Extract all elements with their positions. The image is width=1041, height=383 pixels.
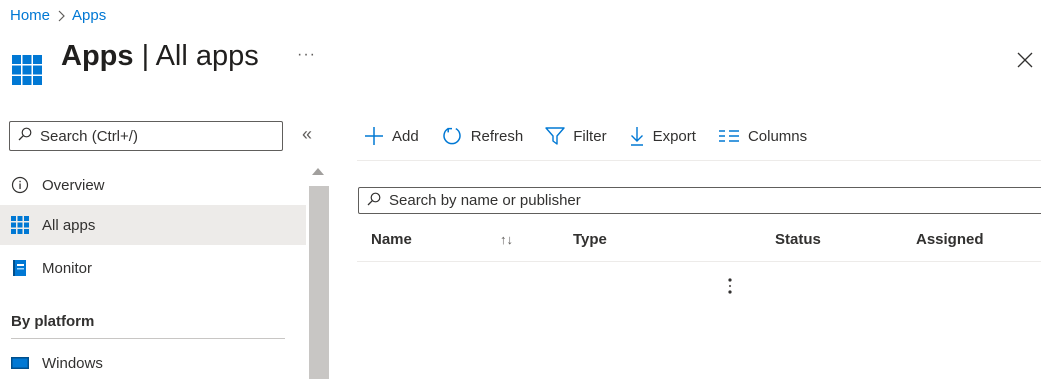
filter-label: Filter [573,127,607,145]
page-title: Apps | All apps [61,40,259,73]
export-button[interactable]: Export [629,126,696,146]
page-title-divider: | [141,40,150,72]
refresh-button[interactable]: Refresh [441,125,524,147]
page-title-sub: All apps [155,40,259,72]
sidebar-item-monitor[interactable]: Monitor [0,248,306,288]
apps-search-input[interactable] [389,192,989,209]
breadcrumb-home[interactable]: Home [10,7,50,24]
search-icon [18,127,32,145]
section-title-by-platform: By platform [11,313,95,330]
columns-icon [718,129,740,143]
sidebar-item-label: Windows [42,354,103,372]
columns-label: Columns [747,127,808,145]
refresh-icon [441,125,463,147]
page-title-main: Apps [61,40,134,72]
collapse-sidebar-button[interactable]: « [302,124,312,145]
sort-arrows-icon[interactable]: ↑↓ [500,232,513,247]
add-button[interactable]: Add [364,126,419,146]
column-header-name[interactable]: Name [371,231,412,248]
plus-icon [364,126,384,146]
breadcrumb-apps[interactable]: Apps [72,7,106,24]
columns-button[interactable]: Columns [718,128,807,145]
sidebar-item-label: All apps [42,216,96,234]
grid-apps-icon [12,55,42,85]
monitor-book-icon [10,258,30,278]
column-header-type[interactable]: Type [573,231,607,248]
export-label: Export [652,127,696,145]
sidebar-item-overview[interactable]: Overview [0,165,306,205]
sidebar-item-windows[interactable]: Windows [0,343,306,383]
column-header-status[interactable]: Status [775,231,821,248]
apps-search-field[interactable] [358,187,1041,214]
loading-spinner-icon [726,277,734,295]
sidebar-search-input[interactable] [40,127,260,145]
chevron-right-icon [56,10,66,22]
column-header-assigned[interactable]: Assigned [916,231,984,248]
sidebar-item-label: Monitor [42,259,93,277]
breadcrumb: Home Apps [10,7,106,24]
sidebar-item-all-apps[interactable]: All apps [0,205,306,245]
grid-apps-icon [10,215,30,235]
download-arrow-icon [629,126,645,146]
filter-icon [545,126,565,146]
info-icon [10,175,30,195]
filter-button[interactable]: Filter [545,126,607,146]
scroll-up-arrow-icon[interactable] [312,168,324,175]
more-options-button[interactable]: ··· [297,46,316,64]
scrollbar-thumb[interactable] [309,186,329,379]
section-divider [11,338,285,339]
sidebar-item-label: Overview [42,176,105,194]
windows-screen-icon [10,353,30,373]
table-header-divider [357,261,1041,262]
refresh-label: Refresh [470,127,524,145]
close-icon[interactable] [1014,49,1036,71]
add-label: Add [392,127,419,145]
search-icon [367,192,381,210]
sidebar-search-field[interactable] [9,121,283,151]
toolbar-divider [357,160,1041,161]
command-bar: Add Refresh Filter Export Columns [364,123,829,149]
